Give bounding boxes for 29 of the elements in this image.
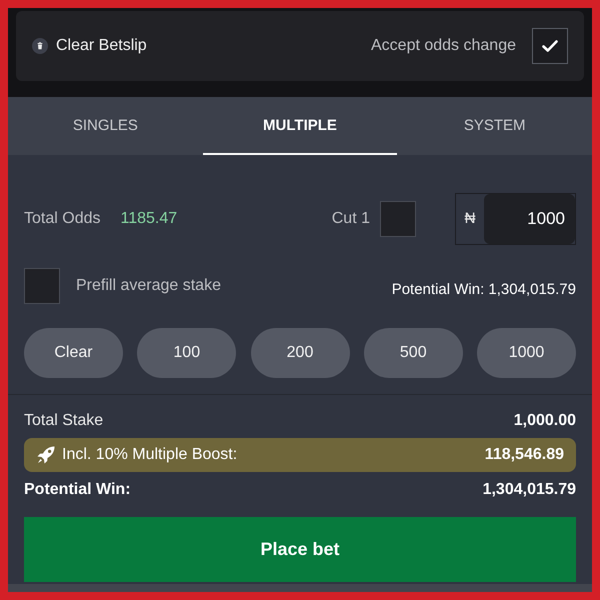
bet-type-tab[interactable]: SYSTEM <box>397 97 592 155</box>
quick-stake-button[interactable]: 100 <box>137 328 236 378</box>
check-icon <box>542 40 558 52</box>
boost-label: Incl. 10% Multiple Boost: <box>62 445 238 465</box>
quick-stake-button[interactable]: 200 <box>250 328 350 378</box>
cut-label: Cut 1 <box>332 209 370 229</box>
quick-stake-button[interactable]: 500 <box>364 328 463 378</box>
place-bet-button[interactable]: Place bet <box>24 517 576 582</box>
quick-stake-button[interactable]: 1000 <box>477 328 576 378</box>
bet-type-tab[interactable]: SINGLES <box>8 97 203 155</box>
total-odds-value: 1185.47 <box>120 209 178 229</box>
total-stake-value: 1,000.00 <box>514 411 576 431</box>
potential-win-value: 1,304,015.79 <box>482 480 576 500</box>
boost-value: 118,546.89 <box>484 445 564 465</box>
accept-odds-label: Accept odds change <box>371 36 516 56</box>
trash-icon <box>32 38 48 54</box>
accept-odds-checkbox[interactable] <box>532 28 568 64</box>
prefill-checkbox[interactable] <box>24 268 60 304</box>
potential-win-preview: Potential Win: 1,304,015.79 <box>392 280 576 300</box>
currency-symbol: ₦ <box>464 208 476 229</box>
clear-betslip-button[interactable]: Clear Betslip <box>32 34 147 58</box>
clear-stake-button[interactable]: Clear <box>24 328 123 378</box>
total-odds-label: Total Odds <box>24 209 100 229</box>
total-stake-label: Total Stake <box>24 411 104 431</box>
potential-win-label: Potential Win: <box>24 480 131 500</box>
rocket-icon <box>36 445 56 465</box>
prefill-label: Prefill average stake <box>76 276 221 296</box>
stake-input[interactable]: 1000 <box>484 194 575 244</box>
cut-checkbox[interactable] <box>380 201 416 237</box>
